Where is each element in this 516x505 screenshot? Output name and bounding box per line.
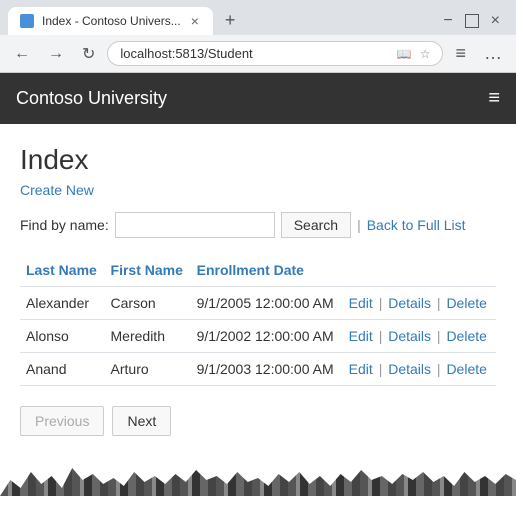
app-title: Contoso University (16, 88, 167, 109)
hamburger-menu[interactable]: ≡ (488, 87, 500, 110)
cell-first-name: Meredith (105, 320, 191, 353)
find-by-label: Find by name: (20, 217, 109, 233)
cell-actions: Edit | Details | Delete (343, 287, 496, 320)
address-bar[interactable]: localhost:5813/Student 📖 ☆ (107, 41, 443, 66)
cell-first-name: Carson (105, 287, 191, 320)
tab-favicon (20, 14, 34, 28)
cell-enrollment-date: 9/1/2005 12:00:00 AM (191, 287, 343, 320)
tab-bar: Index - Contoso Univers... × + − × (0, 0, 516, 35)
refresh-btn[interactable]: ↻ (76, 42, 101, 66)
action-sep-2: | (437, 328, 445, 344)
more-icon[interactable]: … (478, 41, 508, 66)
search-row: Find by name: Search | Back to Full List (20, 212, 496, 238)
page-content: Index Create New Find by name: Search | … (0, 124, 516, 456)
close-btn[interactable]: × (491, 12, 500, 30)
bottom-decoration (0, 456, 516, 496)
menu-icon[interactable]: ≡ (449, 41, 472, 66)
edit-link[interactable]: Edit (349, 328, 373, 344)
browser-controls: ← → ↻ localhost:5813/Student 📖 ☆ ≡ … (0, 35, 516, 72)
forward-btn[interactable]: → (42, 43, 70, 65)
next-button[interactable]: Next (112, 406, 171, 436)
edit-link[interactable]: Edit (349, 361, 373, 377)
action-sep-1: | (379, 328, 387, 344)
minimize-btn[interactable]: − (443, 12, 452, 30)
page-heading: Index (20, 144, 496, 176)
table-row: Alonso Meredith 9/1/2002 12:00:00 AM Edi… (20, 320, 496, 353)
table-header-row: Last Name First Name Enrollment Date (20, 254, 496, 287)
restore-btn[interactable] (465, 14, 479, 28)
separator: | (357, 217, 361, 233)
action-sep-2: | (437, 361, 445, 377)
cell-last-name: Anand (20, 353, 105, 386)
table-row: Alexander Carson 9/1/2005 12:00:00 AM Ed… (20, 287, 496, 320)
cell-actions: Edit | Details | Delete (343, 320, 496, 353)
col-enrollment-date[interactable]: Enrollment Date (191, 254, 343, 287)
cell-last-name: Alonso (20, 320, 105, 353)
search-input[interactable] (115, 212, 275, 238)
address-text: localhost:5813/Student (120, 46, 388, 61)
cell-actions: Edit | Details | Delete (343, 353, 496, 386)
browser-tab[interactable]: Index - Contoso Univers... × (8, 7, 213, 35)
delete-link[interactable]: Delete (446, 295, 486, 311)
action-sep-1: | (379, 295, 387, 311)
tab-title: Index - Contoso Univers... (42, 14, 181, 28)
col-first-name[interactable]: First Name (105, 254, 191, 287)
back-to-full-list-link[interactable]: Back to Full List (367, 217, 466, 233)
col-actions (343, 254, 496, 287)
star-icon: ☆ (420, 47, 431, 61)
cell-enrollment-date: 9/1/2002 12:00:00 AM (191, 320, 343, 353)
edit-link[interactable]: Edit (349, 295, 373, 311)
new-tab-btn[interactable]: + (217, 6, 244, 35)
app-header: Contoso University ≡ (0, 73, 516, 124)
previous-button[interactable]: Previous (20, 406, 104, 436)
action-sep-1: | (379, 361, 387, 377)
search-button[interactable]: Search (281, 212, 351, 238)
cell-enrollment-date: 9/1/2003 12:00:00 AM (191, 353, 343, 386)
action-sep-2: | (437, 295, 445, 311)
create-new-link[interactable]: Create New (20, 182, 94, 198)
cell-first-name: Arturo (105, 353, 191, 386)
table-row: Anand Arturo 9/1/2003 12:00:00 AM Edit |… (20, 353, 496, 386)
col-last-name[interactable]: Last Name (20, 254, 105, 287)
browser-chrome: Index - Contoso Univers... × + − × ← → ↻… (0, 0, 516, 73)
tab-close-btn[interactable]: × (189, 13, 201, 29)
cell-last-name: Alexander (20, 287, 105, 320)
reader-icon: 📖 (397, 47, 412, 61)
students-table: Last Name First Name Enrollment Date Ale… (20, 254, 496, 386)
delete-link[interactable]: Delete (446, 361, 486, 377)
delete-link[interactable]: Delete (446, 328, 486, 344)
details-link[interactable]: Details (388, 295, 431, 311)
details-link[interactable]: Details (388, 328, 431, 344)
details-link[interactable]: Details (388, 361, 431, 377)
back-btn[interactable]: ← (8, 43, 36, 65)
pagination: Previous Next (20, 406, 496, 436)
